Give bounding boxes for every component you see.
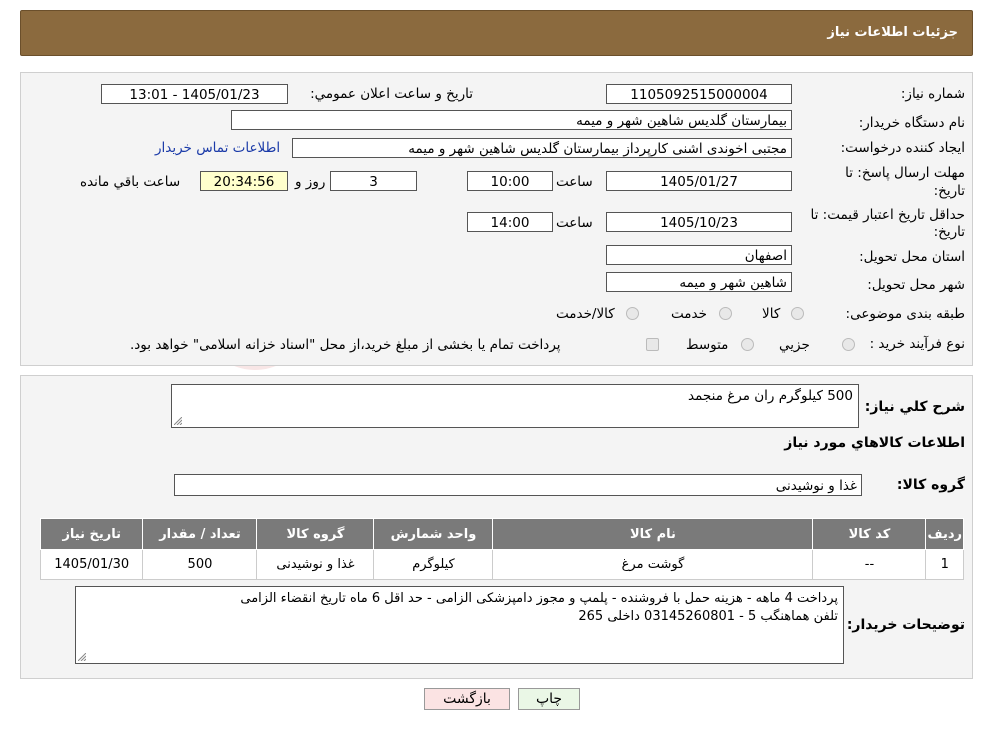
page-title: جزئیات اطلاعات نیاز (827, 25, 958, 40)
resize-grip-icon[interactable] (174, 417, 182, 425)
deadline-date-field[interactable]: 1405/01/27 (606, 171, 792, 191)
validity-time-label: ساعت (556, 215, 593, 231)
need-number-label: شماره نیاز: (900, 86, 965, 102)
category-goods-radio[interactable] (791, 307, 804, 320)
buyer-notes-line-2: تلفن هماهنگب 5 - 03145260801 داخلی 265 (578, 609, 838, 624)
col-item-code: کد کالا (812, 518, 927, 550)
validity-label: حداقل تاریخ اعتبار قیمت: تا (810, 207, 965, 223)
category-goods-service-radio[interactable] (626, 307, 639, 320)
process-medium-radio[interactable] (741, 338, 754, 351)
col-item-name: نام کالا (492, 518, 814, 550)
process-note: پرداخت تمام یا بخشی از مبلغ خرید،از محل … (130, 337, 561, 353)
buyer-org-field[interactable]: بیمارستان گلدیس شاهین شهر و میمه (231, 110, 792, 130)
goods-group-field[interactable]: غذا و نوشیدنی (174, 474, 862, 496)
cell-need-date: 1405/01/30 (39, 549, 144, 580)
creator-label: ایجاد کننده درخواست: (840, 140, 965, 156)
deadline-label-2: تاریخ: (933, 183, 965, 199)
col-row-number: ردیف (925, 518, 964, 550)
city-label: شهر محل تحویل: (867, 277, 965, 293)
deadline-label: مهلت ارسال پاسخ: تا (845, 165, 965, 181)
remaining-time-label: ساعت باقي مانده (80, 174, 181, 190)
city-field[interactable]: شاهین شهر و میمه (606, 272, 792, 292)
validity-time-field[interactable]: 14:00 (467, 212, 553, 232)
process-treasury-checkbox[interactable] (646, 338, 659, 351)
process-minor-label: جزیي (779, 337, 810, 353)
announce-date-field[interactable]: 1405/01/23 - 13:01 (101, 84, 288, 104)
category-goods-label: کالا (762, 306, 781, 322)
cell-item-name: گوشت مرغ (492, 549, 814, 580)
announce-date-label: تاریخ و ساعت اعلان عمومي: (310, 86, 473, 102)
goods-table: ردیف کد کالا نام کالا واحد شمارش گروه کا… (39, 518, 964, 580)
cell-unit: کیلوگرم (373, 549, 494, 580)
col-need-date: تاریخ نیاز (39, 518, 144, 550)
print-button[interactable]: چاپ (518, 688, 580, 710)
col-group: گروه کالا (256, 518, 375, 550)
table-header-row: ردیف کد کالا نام کالا واحد شمارش گروه کا… (39, 518, 964, 550)
col-unit: واحد شمارش (373, 518, 494, 550)
remaining-days-field[interactable]: 3 (330, 171, 417, 191)
remaining-time-field: 20:34:56 (200, 171, 288, 191)
category-service-label: خدمت (671, 306, 707, 322)
province-field[interactable]: اصفهان (606, 245, 792, 265)
category-service-radio[interactable] (719, 307, 732, 320)
page-header: جزئیات اطلاعات نیاز (20, 10, 973, 56)
province-label: استان محل تحویل: (859, 249, 965, 265)
back-button[interactable]: بازگشت (424, 688, 510, 710)
cell-group: غذا و نوشیدنی (256, 549, 375, 580)
buyer-org-label: نام دستگاه خریدار: (858, 115, 965, 131)
buyer-notes-textarea[interactable]: پرداخت 4 ماهه - هزینه حمل با فروشنده - پ… (75, 586, 844, 664)
cell-quantity: 500 (142, 549, 258, 580)
validity-label-2: تاریخ: (933, 224, 965, 240)
summary-label: شرح کلي نیاز: (864, 399, 965, 415)
validity-date-field[interactable]: 1405/10/23 (606, 212, 792, 232)
buyer-contact-link[interactable]: اطلاعات تماس خریدار (155, 140, 280, 156)
process-medium-label: متوسط (686, 337, 729, 353)
category-label: طبقه بندی موضوعی: (845, 306, 965, 322)
days-label: روز و (295, 174, 326, 190)
summary-textarea[interactable]: 500 کیلوگرم ران مرغ منجمد (171, 384, 859, 428)
need-number-field[interactable]: 1105092515000004 (606, 84, 792, 104)
resize-grip-icon[interactable] (78, 653, 86, 661)
cell-row-number: 1 (925, 549, 964, 580)
summary-text: 500 کیلوگرم ران مرغ منجمد (688, 388, 853, 404)
buyer-notes-line-1: پرداخت 4 ماهه - هزینه حمل با فروشنده - پ… (240, 591, 838, 606)
buyer-notes-label: توضیحات خریدار: (846, 617, 965, 633)
cell-item-code: -- (812, 549, 927, 580)
process-minor-radio[interactable] (842, 338, 855, 351)
process-type-label: نوع فرآیند خرید : (869, 336, 965, 352)
table-row[interactable]: 1 -- گوشت مرغ کیلوگرم غذا و نوشیدنی 500 … (39, 549, 964, 580)
goods-info-title: اطلاعات کالاهاي مورد نیاز (784, 435, 965, 451)
col-quantity: تعداد / مقدار (142, 518, 258, 550)
deadline-time-field[interactable]: 10:00 (467, 171, 553, 191)
goods-group-label: گروه کالا: (896, 477, 965, 493)
category-goods-service-label: کالا/خدمت (556, 306, 615, 322)
creator-field[interactable]: مجتبی اخوندی اشنی کارپرداز بیمارستان گلد… (292, 138, 792, 158)
deadline-time-label: ساعت (556, 174, 593, 190)
